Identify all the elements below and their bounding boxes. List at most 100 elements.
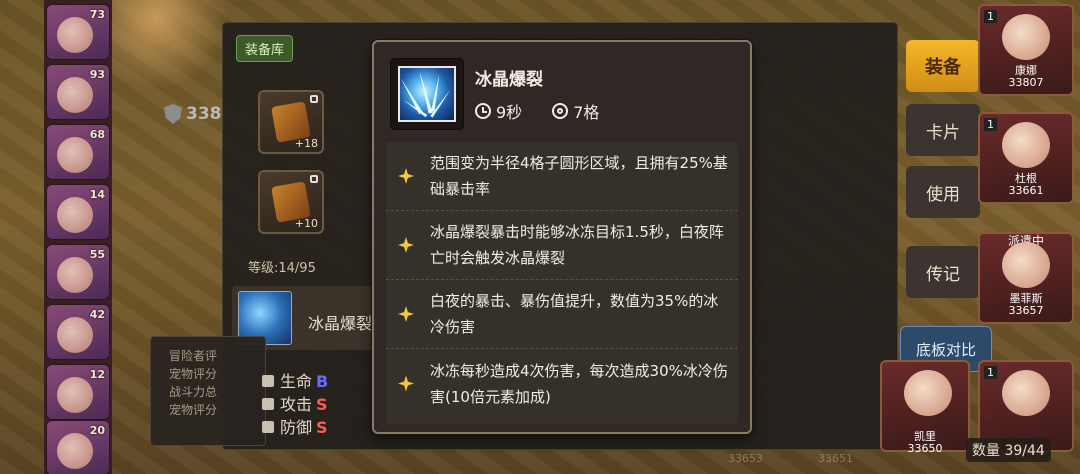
sword-icon (262, 398, 274, 410)
ice-shard (427, 86, 455, 120)
hero-level: 20 (89, 424, 105, 437)
hero-list-card[interactable]: 20 (46, 420, 110, 474)
hero-list-card[interactable]: 55 (46, 244, 110, 300)
use-button[interactable]: 使用 (906, 166, 980, 218)
hero-level: 68 (89, 128, 105, 141)
character-portrait (904, 370, 952, 416)
hero-portrait (57, 77, 93, 113)
stat-hp: 生命 B (262, 370, 328, 393)
duration-value: 9秒 (496, 103, 523, 122)
star-icon (398, 237, 414, 253)
equipment-slot-armor[interactable]: +10 (258, 170, 324, 234)
equip-button[interactable]: 装备 (906, 40, 980, 92)
range-value: 7格 (573, 103, 600, 122)
hero-portrait (57, 257, 93, 293)
score-line: 宠物评分 (169, 367, 218, 381)
skill-duration: 9秒 (475, 99, 522, 123)
stat-defense: 防御 S (262, 416, 328, 439)
ice-shard-icon (398, 66, 456, 122)
hero-portrait (57, 433, 93, 469)
hero-level: 93 (89, 68, 105, 81)
equipment-slot-weapon[interactable]: +18 (258, 90, 324, 154)
skill-title: 冰晶爆裂 (475, 70, 543, 90)
skill-effect: 冰晶爆裂暴击时能够冰冻目标1.5秒，白夜阵亡时会触发冰晶爆裂 (386, 211, 738, 280)
skill-meta: 9秒 7格 (475, 99, 599, 123)
character-card[interactable]: 派遣中 墨菲斯 33657 (978, 232, 1074, 324)
biography-button[interactable]: 传记 (906, 246, 980, 298)
skill-effect: 冰冻每秒造成4次伤害，每次造成30%冰冷伤害(10倍元素加成) (386, 349, 738, 418)
stat-grade: S (316, 395, 328, 414)
hero-level: 14 (89, 188, 105, 201)
scene-light (108, 0, 228, 90)
character-card[interactable]: 1 杜根 33661 (978, 112, 1074, 204)
clock-icon (475, 103, 491, 119)
effect-text: 冰冻每秒造成4次伤害，每次造成30%冰冷伤害(10倍元素加成) (430, 361, 728, 406)
hero-list-card[interactable]: 68 (46, 124, 110, 180)
stat-label: 生命 (280, 372, 313, 391)
combat-power-badge: 338 (164, 104, 222, 124)
card-button[interactable]: 卡片 (906, 104, 980, 156)
character-rank: 1 (984, 118, 997, 131)
character-portrait (1002, 122, 1050, 168)
character-portrait (1002, 14, 1050, 60)
skill-tooltip: 冰晶爆裂 9秒 7格 范围变为半径4格子圆形区域，且拥有25%基础暴击率 冰晶爆… (372, 40, 752, 434)
character-portrait (1002, 242, 1050, 288)
star-icon (398, 375, 414, 392)
faint-power-label: 33651 (818, 452, 853, 465)
stat-attack: 攻击 S (262, 393, 328, 416)
score-summary-box: 冒险者评 宠物评分 战斗力总 宠物评分 (150, 336, 266, 446)
combat-power-value: 338 (186, 104, 222, 124)
stat-label: 防御 (280, 418, 313, 437)
stat-grade: S (316, 418, 328, 437)
equipment-library-tab[interactable]: 装备库 (236, 35, 294, 62)
character-power: 33661 (1008, 184, 1044, 197)
stat-grade: B (316, 372, 329, 391)
hero-list-card[interactable]: 93 (46, 64, 110, 120)
character-card[interactable]: 1 康娜 33807 (978, 4, 1074, 96)
skill-name: 冰晶爆裂 (308, 314, 373, 333)
hero-list-card[interactable]: 12 (46, 364, 110, 420)
lock-icon (310, 175, 318, 183)
character-rank: 1 (984, 10, 997, 23)
skill-effect: 范围变为半径4格子圆形区域，且拥有25%基础暴击率 (386, 142, 738, 211)
enhance-level: +18 (294, 137, 318, 150)
skill-range: 7格 (552, 99, 599, 123)
target-icon (552, 103, 569, 119)
hero-level: 73 (89, 8, 105, 21)
character-power: 33807 (1008, 76, 1044, 89)
hero-portrait (57, 17, 93, 53)
attribute-grades: 生命 B 攻击 S 防御 S (262, 370, 328, 439)
character-rank: 1 (984, 366, 997, 379)
character-card[interactable]: 凯里 33650 (880, 360, 970, 455)
score-line: 宠物评分 (169, 403, 218, 417)
heart-icon (262, 375, 274, 387)
character-power: 33650 (907, 442, 943, 455)
hero-level-progress: 等级:14/95 (248, 261, 316, 276)
star-icon (398, 168, 414, 184)
effect-text: 冰晶爆裂暴击时能够冰冻目标1.5秒，白夜阵亡时会触发冰晶爆裂 (430, 223, 724, 267)
score-line: 战斗力总 (169, 385, 218, 399)
ice-shard (401, 96, 430, 120)
hero-portrait (57, 197, 93, 233)
stat-label: 攻击 (280, 395, 313, 414)
lock-icon (310, 95, 318, 103)
hero-list-card[interactable]: 42 (46, 304, 110, 360)
shield-icon (262, 421, 274, 433)
hero-level: 12 (89, 368, 105, 381)
star-icon (398, 306, 414, 322)
inventory-count: 数量 39/44 (966, 438, 1051, 462)
enhance-level: +10 (294, 217, 318, 230)
effect-text: 白夜的暴击、暴伤值提升，数值为35%的冰冷伤害 (430, 292, 719, 336)
hero-portrait (57, 317, 93, 353)
hero-list-card[interactable]: 14 (46, 184, 110, 240)
hero-portrait (57, 137, 93, 173)
hero-portrait (57, 377, 93, 413)
hero-list-card[interactable]: 73 (46, 4, 110, 60)
faint-power-label: 33653 (728, 452, 763, 465)
character-portrait (1002, 370, 1050, 416)
character-power: 33657 (1008, 304, 1044, 317)
score-line: 冒险者评 (169, 349, 218, 363)
skill-icon-frame (390, 58, 464, 130)
effect-text: 范围变为半径4格子圆形区域，且拥有25%基础暴击率 (430, 154, 728, 198)
hero-level: 55 (89, 248, 105, 261)
